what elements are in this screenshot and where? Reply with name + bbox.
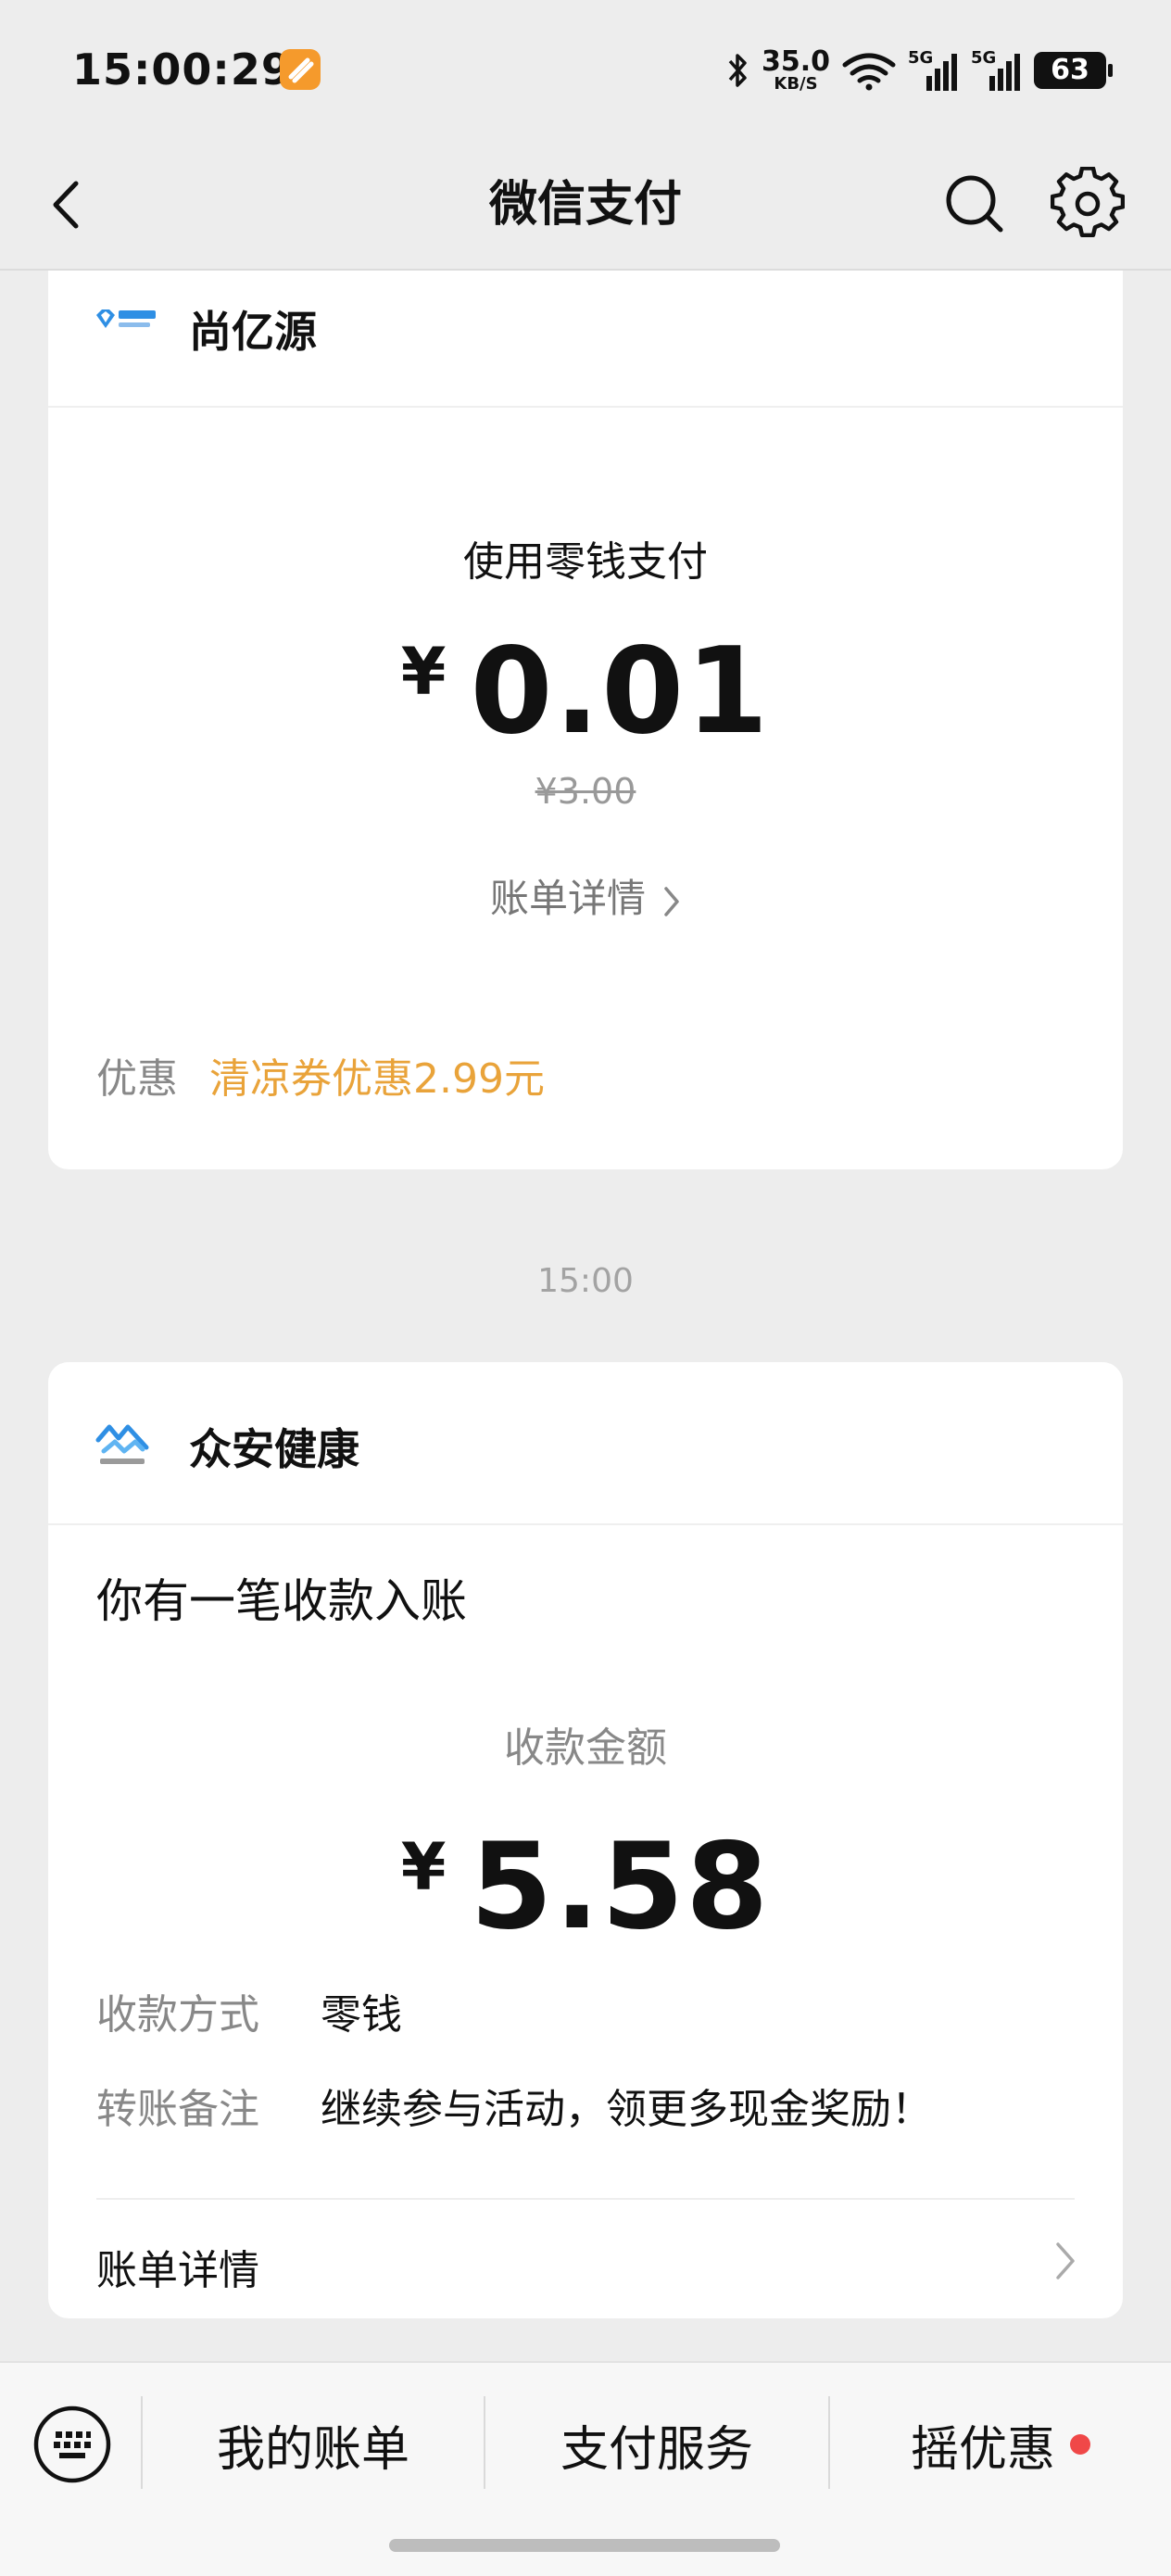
screen: 15:00:29 35.0 KB/S 5G 5G 63 微信支付 尚亿源 使用零… <box>0 0 1171 2576</box>
net-speed: 35.0 KB/S <box>762 48 830 93</box>
chevron-right-icon <box>664 886 679 916</box>
receipt-amount: ¥5.58 <box>48 1818 1123 1956</box>
nav-bar: 微信支付 <box>0 139 1171 271</box>
card-header[interactable]: 众安健康 <box>48 1362 1123 1525</box>
bluetooth-icon <box>728 54 747 87</box>
method-label: 收款方式 <box>96 1991 259 2039</box>
payment-card[interactable]: 尚亿源 使用零钱支付 ¥0.01 ¥3.00 账单详情 优惠 清凉券优惠2.99… <box>48 271 1123 1169</box>
keyboard-icon[interactable] <box>31 2404 113 2485</box>
status-icons: 35.0 KB/S 5G 5G 63 <box>726 44 1113 96</box>
merchant-logo-icon <box>95 1424 149 1464</box>
search-icon[interactable] <box>938 167 1012 241</box>
menu-my-bills[interactable]: 我的账单 <box>143 2396 484 2493</box>
note-value: 继续参与活动，领更多现金奖励！ <box>321 2086 932 2133</box>
receipt-title: 你有一笔收款入账 <box>96 1574 467 1628</box>
amount-value: 5.58 <box>470 1818 771 1956</box>
menu-pay-services[interactable]: 支付服务 <box>485 2396 828 2493</box>
bill-detail-label: 账单详情 <box>96 2247 259 2294</box>
amount-value: 0.01 <box>470 623 771 761</box>
battery-icon: 63 <box>1034 52 1113 89</box>
bill-detail-row[interactable]: 账单详情 <box>48 2200 1123 2318</box>
bottom-menu-bar: 我的账单 支付服务 摇优惠 <box>0 2361 1171 2576</box>
promo-value: 清凉券优惠2.99元 <box>209 1055 545 1103</box>
notification-dot <box>1070 2434 1090 2455</box>
note-label: 转账备注 <box>96 2086 259 2133</box>
net-speed-unit: KB/S <box>774 74 818 94</box>
merchant-logo-icon <box>96 309 156 328</box>
signal-sim1: 5G <box>908 48 960 93</box>
wifi-icon <box>842 53 896 91</box>
amount-label: 收款金额 <box>504 1724 667 1772</box>
original-price: ¥3.00 <box>535 771 636 812</box>
status-time: 15:00:29 <box>72 44 292 95</box>
status-bar: 15:00:29 35.0 KB/S 5G 5G 63 <box>0 0 1171 139</box>
gear-icon[interactable] <box>1051 167 1125 241</box>
menu-shake-deals[interactable]: 摇优惠 <box>830 2396 1171 2493</box>
signal-bars-icon <box>989 54 1020 91</box>
merchant-name: 尚亿源 <box>189 307 317 357</box>
battery-level: 63 <box>1051 54 1089 86</box>
currency-symbol: ¥ <box>400 634 447 710</box>
chevron-right-icon <box>1056 2242 1075 2279</box>
bill-detail-label: 账单详情 <box>489 876 646 921</box>
home-indicator[interactable] <box>389 2539 780 2552</box>
receipt-card[interactable]: 众安健康 你有一笔收款入账 收款金额 ¥5.58 收款方式 零钱 转账备注 继续… <box>48 1362 1123 2318</box>
signal-sim2: 5G <box>971 48 1023 93</box>
bill-detail-link[interactable]: 账单详情 <box>48 867 1123 924</box>
message-timestamp: 15:00 <box>537 1262 634 1300</box>
card-header[interactable]: 尚亿源 <box>48 271 1123 408</box>
merchant-name: 众安健康 <box>189 1424 359 1474</box>
currency-symbol: ¥ <box>400 1829 447 1905</box>
pay-method-label: 使用零钱支付 <box>463 538 708 586</box>
net-speed-value: 35.0 <box>761 45 830 78</box>
promo-label: 优惠 <box>96 1055 178 1103</box>
menu-shake-deals-label: 摇优惠 <box>910 2421 1055 2478</box>
payment-amount: ¥0.01 <box>48 623 1123 761</box>
notification-app-icon <box>280 49 321 90</box>
method-value: 零钱 <box>321 1991 402 2039</box>
signal-bars-icon <box>926 54 957 91</box>
